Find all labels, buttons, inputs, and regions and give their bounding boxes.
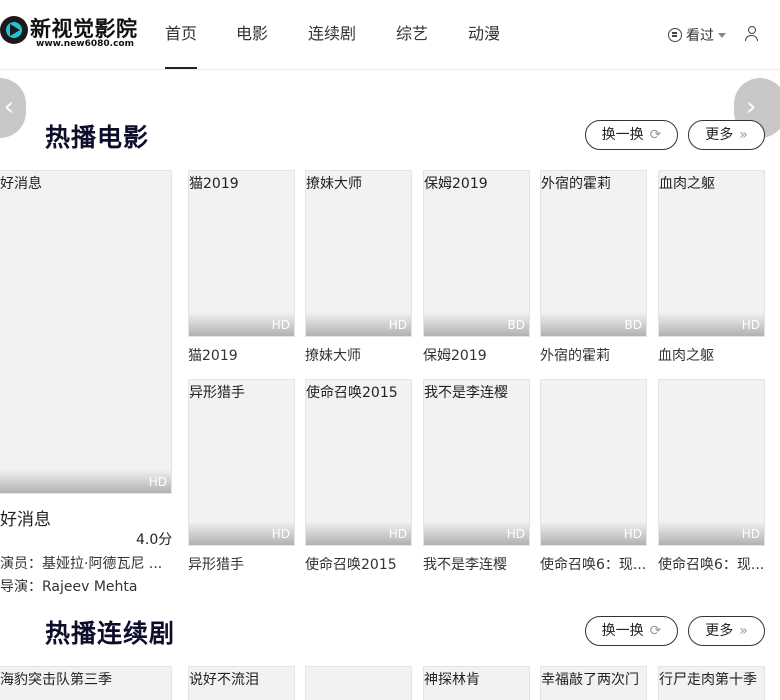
site-logo[interactable]: 新视觉影院 www.new6080.com [0, 13, 140, 53]
movie-caption[interactable]: 撩妹大师 [305, 345, 412, 365]
movie-poster[interactable]: 血肉之躯 HD [658, 170, 765, 337]
series-poster[interactable]: 神探林肯 [423, 666, 530, 700]
chevron-left-icon: ‹ [3, 92, 14, 122]
logo-url: www.new6080.com [36, 39, 134, 49]
quality-badge: HD [271, 527, 290, 541]
nav-home[interactable]: 首页 [165, 20, 198, 69]
poster-title: 异形猎手 [189, 385, 245, 401]
movie-poster[interactable]: HD [658, 379, 765, 546]
poster-title: 使命召唤2015 [306, 385, 398, 401]
nav-movies[interactable]: 电影 [236, 20, 268, 44]
quality-badge: HD [741, 318, 760, 332]
poster-title: 我不是李连樱 [424, 385, 508, 401]
featured-actors: 演员：基娅拉·阿德瓦尼 ... [0, 556, 163, 572]
user-icon[interactable] [744, 26, 760, 42]
nav-series[interactable]: 连续剧 [308, 20, 356, 44]
double-chevron-right-icon: » [739, 623, 748, 639]
movies-refresh-button[interactable]: 换一换 ⟳ [585, 120, 678, 150]
movie-poster[interactable]: 撩妹大师 HD [305, 170, 412, 337]
more-label: 更多 [705, 623, 734, 639]
series-poster[interactable] [305, 666, 412, 700]
featured-title[interactable]: 好消息 [0, 505, 51, 530]
quality-badge: HD [388, 527, 407, 541]
movie-poster[interactable]: 使命召唤2015 HD [305, 379, 412, 546]
section-title-movies: 热播电影 [45, 123, 150, 152]
series-more-button[interactable]: 更多 » [688, 616, 765, 646]
poster-title: 好消息 [0, 176, 42, 192]
quality-badge: BD [624, 318, 642, 332]
movie-poster[interactable]: 异形猎手 HD [188, 379, 295, 546]
movies-more-button[interactable]: 更多 » [688, 120, 765, 150]
nav-variety[interactable]: 综艺 [396, 20, 428, 44]
history-label: 看过 [686, 28, 714, 44]
movie-caption[interactable]: 使命召唤6：现... [540, 554, 647, 574]
poster-title: 说好不流泪 [189, 672, 259, 688]
quality-badge: HD [506, 527, 525, 541]
movie-caption[interactable]: 保姆2019 [423, 345, 530, 365]
refresh-icon: ⟳ [649, 623, 662, 639]
nav-anime[interactable]: 动漫 [468, 20, 500, 44]
series-poster[interactable]: 幸福敲了两次门 [540, 666, 647, 700]
poster-title: 行尸走肉第十季 [659, 672, 757, 688]
quality-badge: HD [148, 475, 167, 489]
quality-badge: HD [388, 318, 407, 332]
movie-caption[interactable]: 猫2019 [188, 345, 295, 365]
play-logo-icon [0, 16, 28, 44]
movie-poster[interactable]: 外宿的霍莉 BD [540, 170, 647, 337]
quality-badge: BD [507, 318, 525, 332]
history-dropdown[interactable]: 看过 [668, 25, 726, 45]
movie-caption[interactable]: 使命召唤6：现... [658, 554, 765, 574]
quality-badge: HD [271, 318, 290, 332]
history-icon [668, 28, 682, 42]
series-poster[interactable]: 说好不流泪 [188, 666, 295, 700]
movie-caption[interactable]: 外宿的霍莉 [540, 345, 647, 365]
movie-caption[interactable]: 使命召唤2015 [305, 554, 412, 574]
refresh-icon: ⟳ [649, 127, 662, 143]
poster-title: 撩妹大师 [306, 176, 362, 192]
carousel-prev-button[interactable]: ‹ [0, 78, 26, 138]
double-chevron-right-icon: » [739, 127, 748, 143]
featured-director: 导演：Rajeev Mehta [0, 579, 138, 595]
movie-poster[interactable]: HD [540, 379, 647, 546]
featured-poster[interactable]: 好消息 HD [0, 170, 172, 494]
poster-title: 血肉之躯 [659, 176, 715, 192]
chevron-down-icon [718, 33, 726, 38]
series-poster[interactable]: 行尸走肉第十季 [658, 666, 765, 700]
poster-title: 猫2019 [189, 176, 239, 192]
refresh-label: 换一换 [601, 127, 644, 143]
movie-poster[interactable]: 保姆2019 BD [423, 170, 530, 337]
poster-title: 神探林肯 [424, 672, 480, 688]
site-header: 新视觉影院 www.new6080.com 首页 电影 连续剧 综艺 动漫 看过 [0, 0, 780, 70]
section-title-series: 热播连续剧 [45, 619, 176, 648]
movie-caption[interactable]: 异形猎手 [188, 554, 295, 574]
featured-score: 4.0分 [136, 532, 173, 548]
poster-title: 外宿的霍莉 [541, 176, 611, 192]
quality-badge: HD [741, 527, 760, 541]
movie-caption[interactable]: 我不是李连樱 [423, 554, 530, 574]
movie-caption[interactable]: 血肉之躯 [658, 345, 765, 365]
poster-title: 保姆2019 [424, 176, 488, 192]
refresh-label: 换一换 [601, 623, 644, 639]
poster-title: 幸福敲了两次门 [541, 672, 639, 688]
series-refresh-button[interactable]: 换一换 ⟳ [585, 616, 678, 646]
chevron-right-icon: › [746, 92, 757, 122]
more-label: 更多 [705, 127, 734, 143]
quality-badge: HD [623, 527, 642, 541]
movie-poster[interactable]: 猫2019 HD [188, 170, 295, 337]
poster-title: 海豹突击队第三季 [0, 672, 112, 688]
series-poster[interactable]: 海豹突击队第三季 [0, 666, 172, 700]
movie-poster[interactable]: 我不是李连樱 HD [423, 379, 530, 546]
